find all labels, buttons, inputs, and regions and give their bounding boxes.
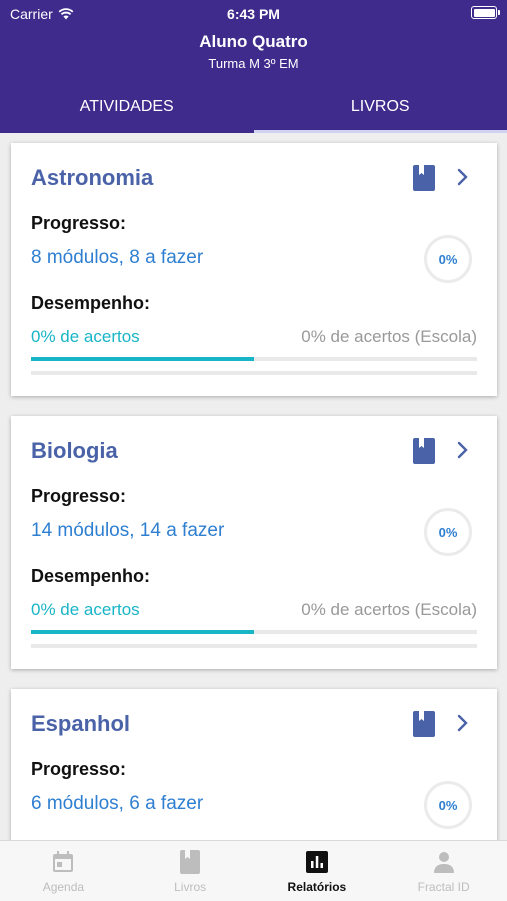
performance-bar-fill [31,630,254,634]
progress-circle: 0% [424,781,472,829]
school-hits-text: 0% de acertos (Escola) [301,600,477,620]
hits-text: 0% de acertos [31,327,140,347]
book-card-biologia[interactable]: Biologia Progresso: 14 módulos, 14 a faz… [11,416,497,669]
school-performance-bar [31,644,477,648]
progress-circle: 0% [424,508,472,556]
progress-label: Progresso: [31,486,126,507]
book-card-astronomia[interactable]: Astronomia Progresso: 8 módulos, 8 a faz… [11,143,497,396]
nav-agenda[interactable]: Agenda [0,841,127,901]
book-title: Biologia [31,438,118,464]
class-name: Turma M 3º EM [0,56,507,71]
book-title: Astronomia [31,165,153,191]
tab-bar: ATIVIDADES LIVROS [0,90,507,133]
battery-icon [471,6,497,19]
book-icon [179,850,201,874]
book-icon[interactable] [413,438,435,464]
school-performance-bar [31,371,477,375]
person-icon [432,850,456,874]
book-title: Espanhol [31,711,130,737]
performance-bar [31,630,477,634]
status-bar: Carrier 6:43 PM [0,0,507,30]
tab-atividades[interactable]: ATIVIDADES [0,90,254,133]
app-header: Carrier 6:43 PM Aluno Quatro Turma M 3º … [0,0,507,133]
modules-count: 8 módulos, 8 a fazer [31,247,203,269]
progress-circle: 0% [424,235,472,283]
chevron-right-icon[interactable] [457,440,469,460]
modules-count: 6 módulos, 6 a fazer [31,793,203,815]
book-icon[interactable] [413,711,435,737]
nav-label: Agenda [43,880,84,894]
student-name: Aluno Quatro [0,32,507,52]
performance-bar-fill [31,357,254,361]
progress-label: Progresso: [31,759,126,780]
book-icon[interactable] [413,165,435,191]
chevron-right-icon[interactable] [457,167,469,187]
nav-label: Livros [174,880,206,894]
performance-bar [31,357,477,361]
hits-text: 0% de acertos [31,600,140,620]
calendar-icon [51,850,75,874]
nav-fractal-id[interactable]: Fractal ID [380,841,507,901]
tab-livros[interactable]: LIVROS [254,90,507,133]
book-card-espanhol[interactable]: Espanhol Progresso: 6 módulos, 6 a fazer… [11,689,497,859]
status-time: 6:43 PM [0,6,507,22]
chevron-right-icon[interactable] [457,713,469,733]
bar-chart-icon [305,850,329,874]
performance-label: Desempenho: [31,566,150,587]
nav-livros[interactable]: Livros [127,841,254,901]
nav-label: Relatórios [288,880,347,894]
bottom-nav: Agenda Livros Relatórios Fractal ID [0,840,507,901]
nav-relatorios[interactable]: Relatórios [254,841,381,901]
progress-label: Progresso: [31,213,126,234]
nav-label: Fractal ID [418,880,470,894]
school-hits-text: 0% de acertos (Escola) [301,327,477,347]
modules-count: 14 módulos, 14 a fazer [31,520,224,542]
performance-label: Desempenho: [31,293,150,314]
